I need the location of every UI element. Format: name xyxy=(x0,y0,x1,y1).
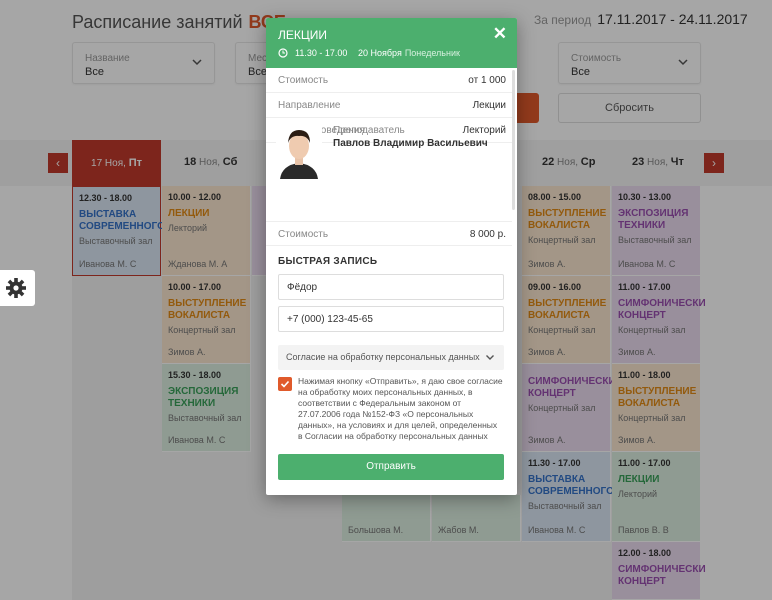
gear-icon xyxy=(6,278,26,298)
teacher-photo xyxy=(276,125,322,179)
consent-checkbox[interactable] xyxy=(278,377,292,391)
detail-value: Лекции xyxy=(472,100,506,111)
detail-value: от 1 000 xyxy=(468,75,506,86)
detail-value: 8 000 р. xyxy=(469,229,506,240)
detail-row-price: Стоимость от 1 000 xyxy=(266,68,512,93)
detail-key: Направление xyxy=(278,100,341,111)
consent-text: Нажимая кнопку «Отправить», я даю свое с… xyxy=(298,376,503,441)
modal-date: 20 Ноября Понедельник xyxy=(358,48,460,58)
consent-dropdown-label: Согласие на обработку персональных данны… xyxy=(286,352,480,362)
modal-title: ЛЕКЦИИ xyxy=(278,28,327,42)
detail-row-direction: Направление Лекции xyxy=(266,93,512,118)
modal-date-text: 20 Ноября xyxy=(358,48,402,58)
teacher-label: Преподаватель xyxy=(333,125,405,136)
name-input[interactable]: Фёдор xyxy=(278,274,504,300)
clock-icon xyxy=(278,48,288,58)
schedule-page: Расписание занятийВСЕ За период17.11.201… xyxy=(0,0,772,600)
close-icon[interactable]: ✕ xyxy=(493,24,507,44)
settings-button[interactable] xyxy=(0,270,35,306)
check-icon xyxy=(280,380,290,388)
modal-weekday: Понедельник xyxy=(404,48,460,58)
modal-time: 11.30 - 17.00 xyxy=(295,48,348,58)
teacher-name[interactable]: Павлов Владимир Васильевич xyxy=(333,138,488,149)
submit-button[interactable]: Отправить xyxy=(278,454,504,480)
detail-key: Стоимость xyxy=(278,75,329,86)
detail-key: Стоимость xyxy=(278,229,329,240)
consent-dropdown[interactable]: Согласие на обработку персональных данны… xyxy=(278,345,504,370)
modal-header: ЛЕКЦИИ ✕ 11.30 - 17.00 20 Ноября Понедель… xyxy=(266,18,517,68)
detail-value: Лекторий xyxy=(462,125,506,136)
event-modal: ЛЕКЦИИ ✕ 11.30 - 17.00 20 Ноября Понедель… xyxy=(266,18,517,495)
chevron-down-icon xyxy=(486,355,494,360)
quick-signup-title: БЫСТРАЯ ЗАПИСЬ xyxy=(278,256,378,267)
detail-row-cost: Стоимость 8 000 р. xyxy=(266,221,512,246)
phone-input[interactable]: +7 (000) 123-45-65 xyxy=(278,306,504,332)
scrollbar[interactable] xyxy=(512,70,515,210)
